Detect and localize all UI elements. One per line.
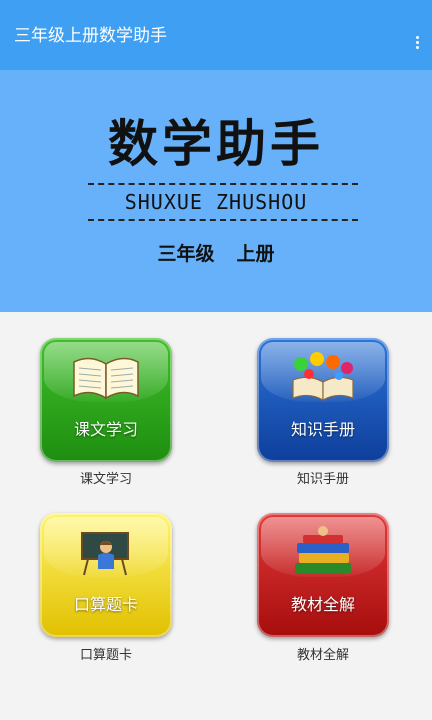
app-bar: 三年级上册数学助手: [0, 0, 432, 70]
grade-label: 三年级: [157, 243, 215, 265]
banner-subtitle: SHUXUE ZHUSHOU: [124, 190, 308, 214]
app-title: 三年级上册数学助手: [14, 26, 167, 46]
book-stack-icon: [295, 526, 351, 573]
knowledge-handbook-label: 知识手册: [290, 420, 355, 439]
textbook-explained-caption: 教材全解: [296, 648, 349, 663]
header-banner: 数学助手 SHUXUE ZHUSHOU 三年级 上册: [0, 70, 432, 312]
dashed-divider-top: [88, 183, 358, 185]
banner-grade-line: 三年级 上册: [0, 242, 432, 266]
mental-math-cards-caption: 口算题卡: [79, 648, 132, 663]
volume-label: 上册: [236, 243, 275, 265]
dashed-divider-bottom: [88, 219, 358, 221]
open-book-icon: [73, 357, 139, 400]
mental-math-cards-label: 口算题卡: [73, 595, 138, 614]
knowledge-handbook-button[interactable]: 知识手册: [257, 338, 389, 462]
textbook-explained-button[interactable]: 教材全解: [257, 513, 389, 637]
more-vert-icon[interactable]: [414, 36, 420, 52]
mental-math-cards-button[interactable]: 口算题卡: [40, 513, 172, 637]
lesson-study-button[interactable]: 课文学习: [40, 338, 172, 462]
textbook-explained-label: 教材全解: [290, 595, 355, 614]
numbers-book-icon: [292, 352, 354, 402]
knowledge-handbook-caption: 知识手册: [296, 472, 349, 487]
banner-title: 数学助手: [108, 115, 324, 173]
lesson-study-label: 课文学习: [73, 420, 138, 439]
student-at-board-icon: [81, 532, 129, 576]
lesson-study-caption: 课文学习: [79, 472, 132, 487]
